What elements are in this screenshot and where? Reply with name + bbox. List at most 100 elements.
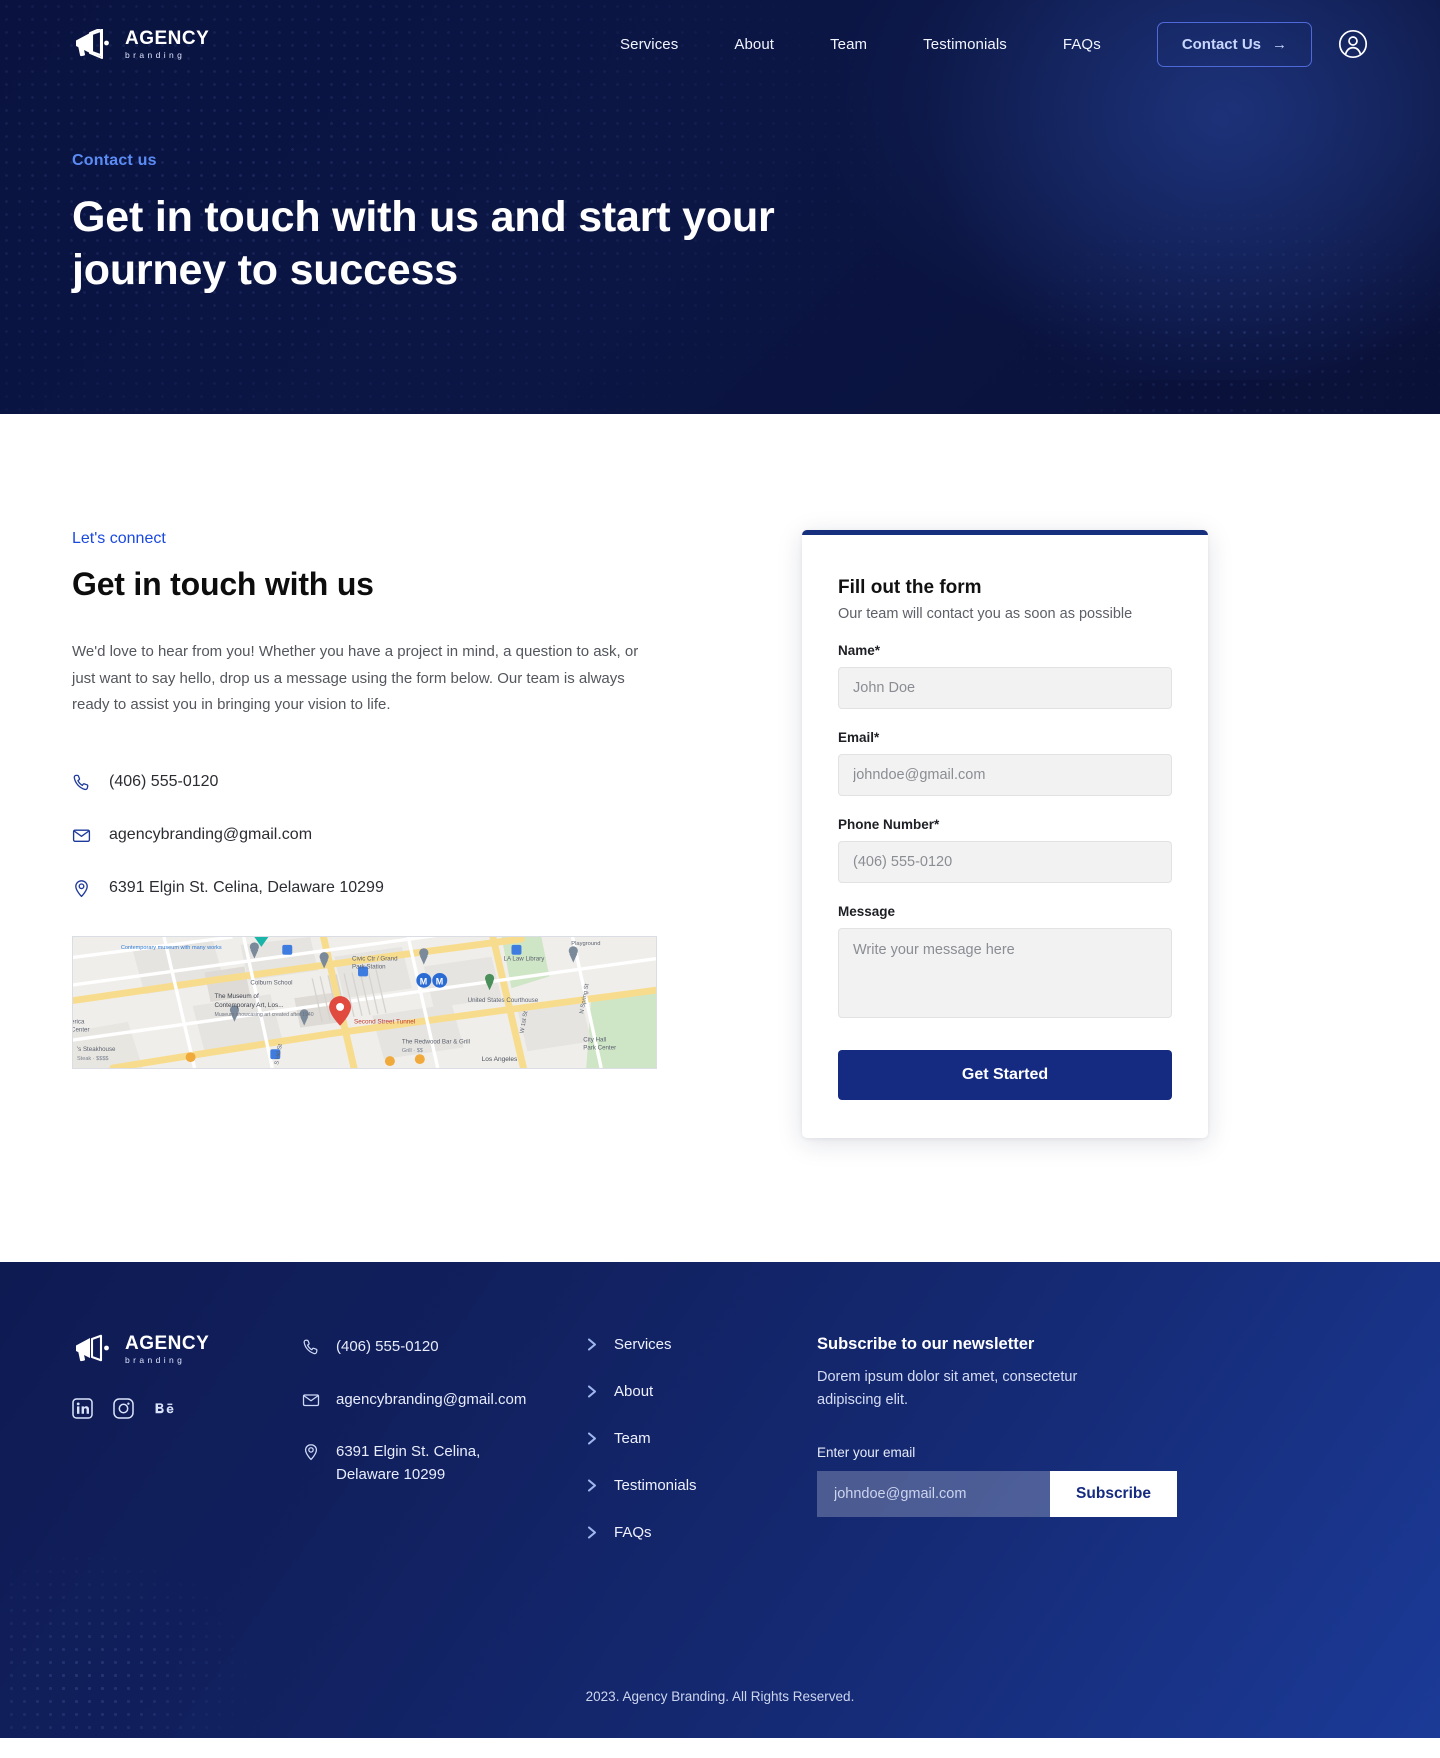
nav-item-testimonials[interactable]: Testimonials: [923, 36, 1007, 53]
footer-email-text: agencybranding@gmail.com: [336, 1390, 527, 1408]
hero-section: AGENCY branding Services About Team Test…: [0, 0, 1440, 414]
svg-text:Playground: Playground: [571, 941, 600, 947]
hero-body: Contact us Get in touch with us and star…: [0, 88, 1440, 297]
contact-address-item[interactable]: 6391 Elgin St. Celina, Delaware 10299: [72, 879, 672, 898]
svg-text:Center: Center: [73, 1026, 90, 1033]
behance-icon[interactable]: [154, 1398, 175, 1419]
contact-phone-item[interactable]: (406) 555-0120: [72, 773, 672, 792]
svg-text:LA Law Library: LA Law Library: [504, 955, 546, 962]
message-input[interactable]: [838, 928, 1172, 1018]
contact-address-text: 6391 Elgin St. Celina, Delaware 10299: [109, 879, 384, 897]
footer-social-links: [72, 1397, 302, 1419]
linkedin-icon[interactable]: [72, 1397, 93, 1419]
svg-text:erica: erica: [73, 1018, 85, 1025]
hero-eyebrow: Contact us: [72, 152, 157, 169]
location-pin-icon: [304, 1444, 318, 1461]
footer-address-item[interactable]: 6391 Elgin St. Celina, Delaware 10299: [302, 1441, 587, 1486]
svg-text:Contemporary museum with many: Contemporary museum with many works: [121, 944, 222, 950]
svg-text:Second Street Tunnel: Second Street Tunnel: [354, 1018, 415, 1025]
form-subtitle: Our team will contact you as soon as pos…: [838, 606, 1133, 622]
page-root: AGENCY branding Services About Team Test…: [0, 0, 1440, 1738]
main-navigation: AGENCY branding Services About Team Test…: [0, 0, 1440, 88]
contact-form-card: Fill out the form Our team will contact …: [802, 530, 1208, 1138]
form-field-phone: Phone Number*: [838, 817, 1172, 883]
contact-us-button[interactable]: Contact Us →: [1156, 21, 1312, 67]
footer-brand-name: AGENCY: [125, 1333, 210, 1354]
location-map[interactable]: M M Contemporary museum with many works …: [72, 935, 657, 1069]
site-footer: AGENCY branding (406) 555-0120 agencybra…: [0, 1262, 1440, 1738]
email-label: Email*: [838, 730, 880, 745]
svg-text:M: M: [420, 976, 427, 986]
contact-details-list: (406) 555-0120 agencybranding@gmail.com …: [72, 773, 672, 898]
chevron-right-icon: [587, 1432, 597, 1445]
footer-phone-text: (406) 555-0120: [336, 1338, 439, 1355]
subscribe-button[interactable]: Subscribe: [1050, 1471, 1177, 1518]
phone-input[interactable]: [838, 841, 1172, 883]
contact-paragraph: We'd love to hear from you! Whether you …: [72, 643, 639, 714]
mail-icon: [302, 1393, 320, 1406]
footer-link-services[interactable]: Services: [587, 1336, 817, 1353]
footer-link-label: Services: [614, 1336, 672, 1353]
phone-label: Phone Number*: [838, 817, 940, 832]
chevron-right-icon: [587, 1338, 597, 1351]
svg-text:The Museum of: The Museum of: [215, 993, 259, 1000]
footer-brand-logo[interactable]: AGENCY branding: [72, 1334, 302, 1365]
chevron-right-icon: [587, 1479, 597, 1492]
footer-phone-item[interactable]: (406) 555-0120: [302, 1336, 587, 1359]
footer-brand-text: AGENCY branding: [125, 1334, 209, 1365]
contact-info-column: Let's connect Get in touch with us We'd …: [72, 530, 672, 1069]
brand-name: AGENCY: [125, 27, 210, 49]
megaphone-icon: [76, 1335, 109, 1362]
brand-logo[interactable]: AGENCY branding: [72, 29, 209, 60]
phone-icon: [73, 774, 89, 790]
arrow-right-icon: →: [1272, 35, 1287, 53]
svg-text:Park Center: Park Center: [583, 1044, 616, 1051]
form-field-message: Message: [838, 904, 1172, 1023]
footer-link-testimonials[interactable]: Testimonials: [587, 1477, 817, 1494]
svg-text:Los Angeles: Los Angeles: [482, 1056, 518, 1063]
footer-link-faqs[interactable]: FAQs: [587, 1524, 817, 1541]
instagram-icon[interactable]: [113, 1397, 134, 1419]
get-started-button[interactable]: Get Started: [838, 1050, 1172, 1100]
contact-section: Let's connect Get in touch with us We'd …: [0, 414, 1440, 1138]
svg-text:City Hall: City Hall: [583, 1036, 606, 1043]
newsletter-title: Subscribe to our newsletter: [817, 1335, 1035, 1353]
location-pin-icon: [75, 879, 88, 897]
nav-item-team[interactable]: Team: [830, 36, 867, 53]
contact-eyebrow: Let's connect: [72, 530, 166, 547]
svg-text:Park Station: Park Station: [352, 963, 386, 970]
newsletter-email-input[interactable]: [817, 1471, 1051, 1518]
nav-item-about[interactable]: About: [734, 36, 774, 53]
svg-text:Civic Ctr / Grand: Civic Ctr / Grand: [352, 955, 398, 962]
brand-tagline: branding: [125, 49, 186, 60]
form-title: Fill out the form: [838, 577, 982, 598]
footer-links-column: Services About Team Testimonials FAQs: [587, 1334, 817, 1571]
user-circle-icon[interactable]: [1338, 29, 1368, 59]
svg-text:'s Steakhouse: 's Steakhouse: [77, 1046, 116, 1053]
email-input[interactable]: [838, 754, 1172, 796]
footer-link-label: Testimonials: [614, 1477, 697, 1494]
footer-link-team[interactable]: Team: [587, 1430, 817, 1447]
footer-link-label: Team: [614, 1430, 651, 1447]
newsletter-input-label: Enter your email: [817, 1445, 916, 1461]
svg-text:The Redwood Bar & Grill: The Redwood Bar & Grill: [402, 1038, 470, 1045]
svg-text:United States Courthouse: United States Courthouse: [468, 997, 539, 1004]
footer-link-label: About: [614, 1383, 654, 1400]
footer-newsletter-column: Subscribe to our newsletter Dorem ipsum …: [817, 1334, 1368, 1518]
footer-address-text: 6391 Elgin St. Celina, Delaware 10299: [336, 1443, 481, 1483]
contact-email-item[interactable]: agencybranding@gmail.com: [72, 826, 672, 845]
name-label: Name*: [838, 643, 881, 658]
nav-item-faqs[interactable]: FAQs: [1063, 36, 1101, 53]
svg-text:Contemporary Art, Los...: Contemporary Art, Los...: [215, 1002, 284, 1009]
svg-text:Steak · $$$$: Steak · $$$$: [77, 1056, 109, 1062]
nav-links: Services About Team Testimonials FAQs: [620, 36, 1101, 53]
footer-columns: AGENCY branding (406) 555-0120 agencybra…: [72, 1334, 1368, 1571]
contact-us-label: Contact Us: [1181, 35, 1261, 53]
footer-link-about[interactable]: About: [587, 1383, 817, 1400]
footer-email-item[interactable]: agencybranding@gmail.com: [302, 1389, 587, 1412]
contact-phone-text: (406) 555-0120: [109, 773, 219, 791]
message-label: Message: [838, 904, 896, 919]
nav-item-services[interactable]: Services: [620, 36, 678, 53]
name-input[interactable]: [838, 667, 1172, 709]
